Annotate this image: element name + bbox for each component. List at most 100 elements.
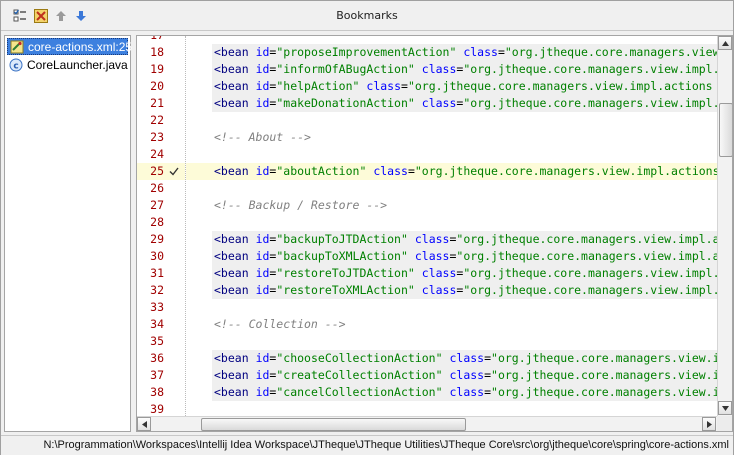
attr-name: id — [255, 45, 270, 59]
attr-value: "proposeImprovementAction" — [276, 45, 457, 59]
scroll-right-button[interactable] — [702, 417, 716, 431]
code-editor[interactable]: 17 18 19 20 21 22 23 24 25 26 27 28 29 30 31 32 33 34 35 36… — [136, 35, 733, 432]
delete-bookmark-button[interactable] — [33, 8, 49, 24]
attr-name: id — [255, 351, 270, 365]
svg-text:c: c — [13, 61, 18, 71]
attr-name: id — [255, 62, 270, 76]
tag-name: <bean — [214, 45, 249, 59]
attr-value: "restoreToXMLAction" — [276, 283, 415, 297]
tag-name: <bean — [214, 385, 249, 399]
attr-value: "createCollectionAction" — [276, 368, 443, 382]
arrow-up-icon — [56, 11, 66, 21]
window-title: Bookmarks — [336, 9, 398, 22]
vertical-scrollbar[interactable] — [717, 36, 732, 416]
attr-value: "org.jtheque.core.managers.view.impl.act… — [463, 62, 717, 76]
attr-value: "org.jtheque.core.managers.view.impl.act… — [407, 79, 713, 93]
comment: <!-- Backup / Restore --> — [214, 198, 388, 212]
line-number: 23 — [150, 130, 164, 144]
tag-name: <bean — [214, 164, 249, 178]
checklist-button[interactable] — [12, 8, 28, 24]
scroll-down-button[interactable] — [718, 401, 732, 415]
attr-value: "org.jtheque.core.managers.view.impl.act… — [491, 351, 717, 365]
tag-name: <bean — [214, 283, 249, 297]
bookmark-item-corelauncher[interactable]: c CoreLauncher.java — [7, 56, 128, 73]
attr-name: id — [255, 385, 270, 399]
attr-name: class — [414, 232, 450, 246]
move-down-button[interactable] — [73, 8, 89, 24]
attr-name: class — [449, 351, 485, 365]
attr-name: class — [449, 385, 485, 399]
attr-name: id — [255, 249, 270, 263]
attr-value: "org.jtheque.core.managers.view.impl.act… — [456, 232, 717, 246]
comment: <!-- Collection --> — [214, 317, 346, 331]
attr-value: "chooseCollectionAction" — [276, 351, 443, 365]
line-number: 18 — [150, 45, 164, 59]
line-number: 28 — [150, 215, 164, 229]
line-number: 27 — [150, 198, 164, 212]
bookmark-item-core-actions[interactable]: core-actions.xml:25 — [7, 38, 132, 55]
attr-value: "helpAction" — [276, 79, 360, 93]
scroll-up-button[interactable] — [718, 36, 732, 50]
line-number: 34 — [150, 317, 164, 331]
horizontal-scrollbar[interactable] — [137, 416, 717, 431]
line-number: 20 — [150, 79, 164, 93]
attr-value: "org.jtheque.core.managers.view.impl.act… — [463, 283, 717, 297]
attr-name: id — [255, 283, 270, 297]
code-area[interactable]: <bean id = "proposeImprovementAction" clas… — [186, 36, 717, 416]
line-number: 30 — [150, 249, 164, 263]
attr-name: id — [255, 232, 270, 246]
equals: = — [484, 351, 492, 365]
caret-up-icon — [721, 40, 729, 46]
attr-value: "aboutAction" — [276, 164, 367, 178]
attr-value: "restoreToJTDAction" — [276, 266, 415, 280]
delete-bookmark-icon — [34, 9, 48, 23]
line-number-gutter: 17 18 19 20 21 22 23 24 25 26 27 28 29 30 31 32 33 34 35 36… — [137, 36, 185, 416]
attr-value: "org.jtheque.core.managers.view.impl.act… — [463, 96, 717, 110]
attr-value: "org.jtheque.core.managers.view.impl.act… — [414, 164, 717, 178]
move-up-button[interactable] — [53, 8, 69, 24]
tag-name: <bean — [214, 249, 249, 263]
file-path-text: N:\Programmation\Workspaces\Intellij Ide… — [43, 439, 729, 451]
attr-name: class — [449, 368, 485, 382]
attr-name: id — [255, 266, 270, 280]
horizontal-scroll-thumb[interactable] — [201, 418, 466, 431]
attr-value: "backupToJTDAction" — [276, 232, 408, 246]
line-number: 35 — [150, 334, 164, 348]
attr-value: "org.jtheque.core.managers.view.impl.act… — [463, 266, 717, 280]
line-number: 21 — [150, 96, 164, 110]
equals: = — [497, 45, 505, 59]
bookmark-check-icon[interactable] — [168, 163, 180, 180]
attr-value: "org.jtheque.core.managers.view.impl.act… — [456, 249, 717, 263]
line-number: 32 — [150, 283, 164, 297]
tag-name: <bean — [214, 79, 249, 93]
line-number: 38 — [150, 385, 164, 399]
attr-name: class — [421, 266, 457, 280]
tag-name: <bean — [214, 368, 249, 382]
attr-name: id — [255, 79, 270, 93]
line-number: 29 — [150, 232, 164, 246]
line-number: 33 — [150, 300, 164, 314]
caret-left-icon — [141, 420, 147, 428]
bookmark-list[interactable]: core-actions.xml:25 c CoreLauncher.java — [4, 35, 132, 432]
comment: <!-- About --> — [214, 130, 311, 144]
attr-value: "org.jtheque.core.managers.view.impl.act… — [491, 368, 717, 382]
vertical-scroll-thumb[interactable] — [719, 103, 732, 157]
bookmark-item-label: core-actions.xml:25 — [28, 39, 133, 54]
tag-name: <bean — [214, 232, 249, 246]
equals: = — [484, 368, 492, 382]
attr-name: class — [414, 249, 450, 263]
scroll-left-button[interactable] — [137, 417, 151, 431]
equals: = — [407, 164, 415, 178]
